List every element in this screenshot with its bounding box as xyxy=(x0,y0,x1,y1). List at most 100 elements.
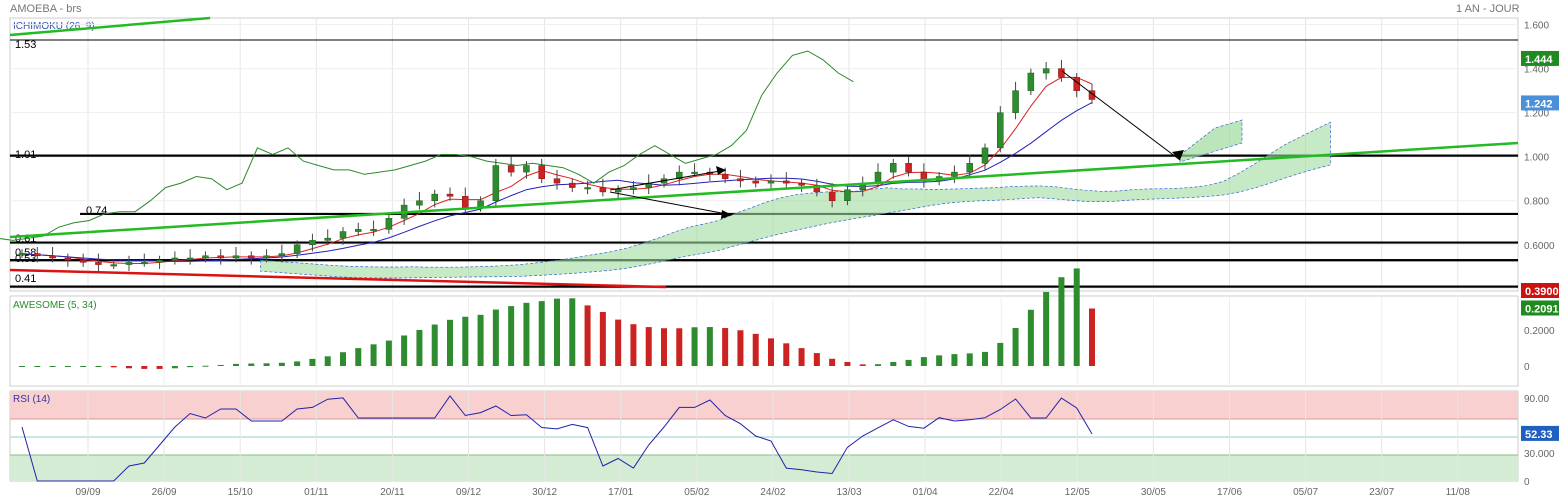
ao-bar-up xyxy=(34,366,41,367)
x-axis: 09/09 26/09 15/10 01/11 20/11 09/12 30/12 17/01… xyxy=(75,487,1470,498)
candle-up xyxy=(232,255,240,259)
price-badge-label: 1.444 xyxy=(1525,54,1553,66)
ao-bar-up xyxy=(217,364,224,366)
ao-bar-up xyxy=(19,366,25,367)
ao-bar-up xyxy=(187,366,194,368)
ao-bar-down xyxy=(126,366,132,369)
candle-up xyxy=(263,255,270,259)
awesome-axis: 0.2000 0 0.2091 xyxy=(1521,300,1559,373)
level-label: 0.74 xyxy=(86,205,107,217)
ao-bar-up xyxy=(1043,291,1050,366)
ao-bar-up xyxy=(997,342,1004,366)
ao-bar-up xyxy=(875,364,881,366)
ao-bar-up xyxy=(401,335,408,366)
ao-bar-up xyxy=(691,327,698,366)
ao-bar-up xyxy=(416,329,423,366)
ao-bar-up xyxy=(538,301,545,366)
ao-bar-down xyxy=(630,324,637,366)
ao-bar-up xyxy=(462,316,469,366)
ao-bar-down xyxy=(737,330,744,366)
rsi-overbought-zone xyxy=(10,391,1518,419)
candle-up xyxy=(385,218,393,230)
rsi-oversold-zone xyxy=(10,455,1518,481)
ao-bar-down xyxy=(645,327,652,366)
candle-up xyxy=(278,253,286,257)
ao-bar-up xyxy=(233,363,239,366)
ao-bar-up xyxy=(95,366,102,367)
awesome-panel-frame xyxy=(9,295,1519,387)
ao-bar-up xyxy=(171,366,178,369)
ao-bar-up xyxy=(49,366,56,367)
candle-up xyxy=(18,253,26,256)
rsi-indicator-label: RSI (14) xyxy=(13,394,50,405)
ao-bar-up xyxy=(1058,277,1065,366)
candle-up xyxy=(630,187,637,190)
candle-down xyxy=(905,163,912,173)
chart-svg: ICHIMOKU (26, 9) 1.531.010.740.610.580.5… xyxy=(0,16,1559,498)
rsi-tick-label: 90.00 xyxy=(1524,394,1549,405)
ao-bar-up xyxy=(523,302,530,366)
rsi-tick-label: 0 xyxy=(1524,477,1530,488)
x-tick-label: 13/03 xyxy=(836,487,861,498)
ao-bar-down xyxy=(783,343,790,366)
price-tick-label: 1.400 xyxy=(1524,65,1549,76)
candle-down xyxy=(752,180,759,184)
candle-up xyxy=(416,200,423,206)
candle-down xyxy=(737,178,744,182)
candle-up xyxy=(844,189,851,201)
rsi-axis: 90.00 30.000 0 52.33 xyxy=(1521,394,1559,488)
main-panel: ICHIMOKU (26, 9) 1.531.010.740.610.580.5… xyxy=(0,16,1559,298)
ao-bar-up xyxy=(324,356,331,366)
x-tick-label: 09/09 xyxy=(75,487,100,498)
ao-bar-up xyxy=(936,355,943,366)
awesome-indicator-label: AWESOME (5, 34) xyxy=(13,300,97,311)
candle-up xyxy=(125,262,133,265)
ao-bar-up xyxy=(355,348,362,366)
candle-up xyxy=(1042,68,1050,74)
candle-up xyxy=(691,171,698,174)
cloud-area xyxy=(260,121,1331,279)
rsi-tick-label: 30.000 xyxy=(1524,449,1555,460)
candle-down xyxy=(783,180,790,184)
ao-bar-down xyxy=(829,358,836,366)
ao-bar-down xyxy=(859,364,866,366)
ao-bar-down xyxy=(752,333,759,366)
ao-bar-up xyxy=(508,306,515,366)
x-tick-label: 01/11 xyxy=(304,487,329,498)
price-badge-label: 0.3900 xyxy=(1525,286,1559,298)
ao-bar-up xyxy=(370,344,377,366)
ao-bar-up xyxy=(431,324,438,366)
price-badge-label: 1.242 xyxy=(1525,98,1553,110)
x-tick-label: 22/04 xyxy=(989,487,1014,498)
level-label: 1.01 xyxy=(15,149,36,161)
candle-down xyxy=(569,182,576,188)
x-tick-label: 15/10 xyxy=(228,487,253,498)
candle-up xyxy=(309,240,316,246)
ao-bar-up xyxy=(1073,268,1080,366)
ao-bar-up xyxy=(202,365,209,367)
ao-bar-down xyxy=(661,328,667,366)
candle-up xyxy=(431,193,438,201)
ao-bar-down xyxy=(676,328,683,366)
ao-bar-up xyxy=(294,361,301,366)
ao-bar-up xyxy=(263,363,270,366)
candle-up xyxy=(997,112,1004,149)
ao-bar-up xyxy=(890,361,897,366)
ao-bar-up xyxy=(385,340,392,366)
price-tick-label: 0.800 xyxy=(1524,197,1549,208)
candle-down xyxy=(1058,68,1065,78)
ao-bar-down xyxy=(768,338,774,366)
candle-down xyxy=(828,191,836,201)
x-tick-label: 30/12 xyxy=(532,487,557,498)
candle-up xyxy=(951,171,958,177)
candle-up xyxy=(324,237,331,241)
rsi-panel: RSI (14) 90.00 30.000 0 52.33 xyxy=(9,390,1559,488)
ao-bar-up xyxy=(982,351,988,366)
main-price-badges: 1.444 1.242 0.3900 xyxy=(1521,50,1559,298)
candle-down xyxy=(538,165,545,179)
candle-up xyxy=(614,189,622,193)
ao-bar-up xyxy=(554,298,560,366)
x-tick-label: 05/07 xyxy=(1293,487,1318,498)
candle-down xyxy=(721,174,729,179)
ao-bar-up xyxy=(309,358,316,366)
